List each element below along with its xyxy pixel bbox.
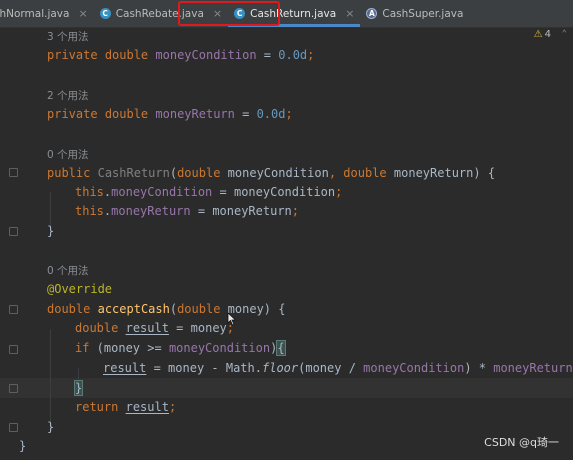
code-line: public CashReturn(double moneyCondition,… [47,166,496,180]
parameter: moneyReturn [393,166,474,180]
warning-icon: ⚠ [533,29,543,40]
code-line: result = money - Math.floor(money / mone… [103,361,573,375]
field-name: moneyCondition [111,185,213,199]
keyword: this [75,204,104,218]
number-literal: 0.0d [256,107,286,121]
parameter: money [190,321,227,335]
code-line: 2 个用法 [47,86,89,105]
method-call: floor [262,361,299,375]
code-editor[interactable]: 3 个用法 private double moneyCondition = 0.… [0,27,573,460]
keyword: private [47,107,98,121]
field-name: moneyReturn [155,107,235,121]
usages-hint[interactable]: 0 个用法 [47,149,89,161]
keyword: return [75,400,119,414]
current-line-highlight [0,378,573,398]
code-line: @Override [47,280,112,299]
code-line: this.moneyReturn = moneyReturn; [75,204,300,218]
field-name: moneyCondition [363,361,465,375]
fold-icon[interactable] [9,384,18,393]
tab-cash-normal[interactable]: shNormal.java × [0,0,94,27]
field-name: moneyCondition [168,341,271,355]
fold-icon[interactable] [9,423,18,432]
parameter: moneyCondition [233,185,336,199]
constructor-name: CashReturn [97,166,170,180]
local-variable: result [125,400,169,414]
parameter: money [305,361,342,375]
tab-cash-return[interactable]: C CashReturn.java × [228,0,361,27]
code-line: } [19,439,27,453]
code-line: } [73,380,84,396]
fold-icon[interactable] [9,305,18,314]
parameter: moneyReturn [212,204,292,218]
usages-hint[interactable]: 2 个用法 [47,90,89,102]
field-name: moneyReturn [493,361,573,375]
class-icon: C [99,8,111,19]
mouse-cursor-icon [227,312,237,326]
code-line: private double moneyCondition = 0.0d; [47,48,315,62]
fold-icon[interactable] [9,345,18,354]
keyword: double [343,166,387,180]
keyword: double [177,302,221,316]
keyword: double [104,107,149,121]
field-name: moneyReturn [111,204,191,218]
tab-cash-rebate[interactable]: C CashRebate.java × [94,0,228,27]
code-line: this.moneyCondition = moneyCondition; [75,185,343,199]
tab-label: CashRebate.java [115,7,204,20]
keyword: double [47,302,91,316]
fold-icon[interactable] [9,168,18,177]
usages-hint[interactable]: 3 个用法 [47,31,89,43]
inspection-widget[interactable]: ⚠ 4 [534,29,551,40]
field-name: moneyCondition [155,48,257,62]
tab-label: CashReturn.java [250,7,337,20]
warning-count: 4 [544,29,551,40]
code-line: return result; [75,400,177,414]
parameter: money [103,341,141,355]
tab-cash-super[interactable]: A CashSuper.java [360,0,469,27]
editor-tab-bar: shNormal.java × C CashRebate.java × C Ca… [0,0,573,28]
close-icon[interactable]: × [78,7,87,20]
class-name: Math [225,361,255,375]
code-line: 0 个用法 [47,145,89,164]
tab-label: CashSuper.java [382,7,464,20]
keyword: public [47,166,91,180]
local-variable: result [103,361,147,375]
tab-label: shNormal.java [0,7,70,20]
code-line: private double moneyReturn = 0.0d; [47,107,293,121]
keyword: double [104,48,149,62]
keyword: double [75,321,119,335]
code-line: double result = money; [75,321,234,335]
annotation: @Override [47,282,113,296]
parameter: money [168,361,205,375]
parameter: moneyCondition [227,166,329,180]
chevron-up-icon[interactable]: ⌃ [562,29,567,39]
code-line: double acceptCash(double money) { [47,302,286,316]
code-line: 3 个用法 [47,27,89,46]
code-line: 0 个用法 [47,261,89,280]
method-name: acceptCash [97,302,170,316]
close-icon[interactable]: × [213,7,222,20]
watermark: CSDN @q琦一 [484,436,559,449]
keyword: if [75,341,90,355]
fold-icon[interactable] [9,227,18,236]
number-literal: 0.0d [278,48,308,62]
close-icon[interactable]: × [345,7,354,20]
code-line: } [47,224,55,238]
code-line: if (money >= moneyCondition){ [75,340,286,356]
keyword: double [177,166,221,180]
usages-hint[interactable]: 0 个用法 [47,265,89,277]
indent-guide [50,329,51,429]
code-line: } [47,420,55,434]
class-icon: C [234,8,246,19]
local-variable: result [125,321,169,335]
keyword: private [47,48,98,62]
abstract-class-icon: A [366,8,378,19]
keyword: this [75,185,104,199]
